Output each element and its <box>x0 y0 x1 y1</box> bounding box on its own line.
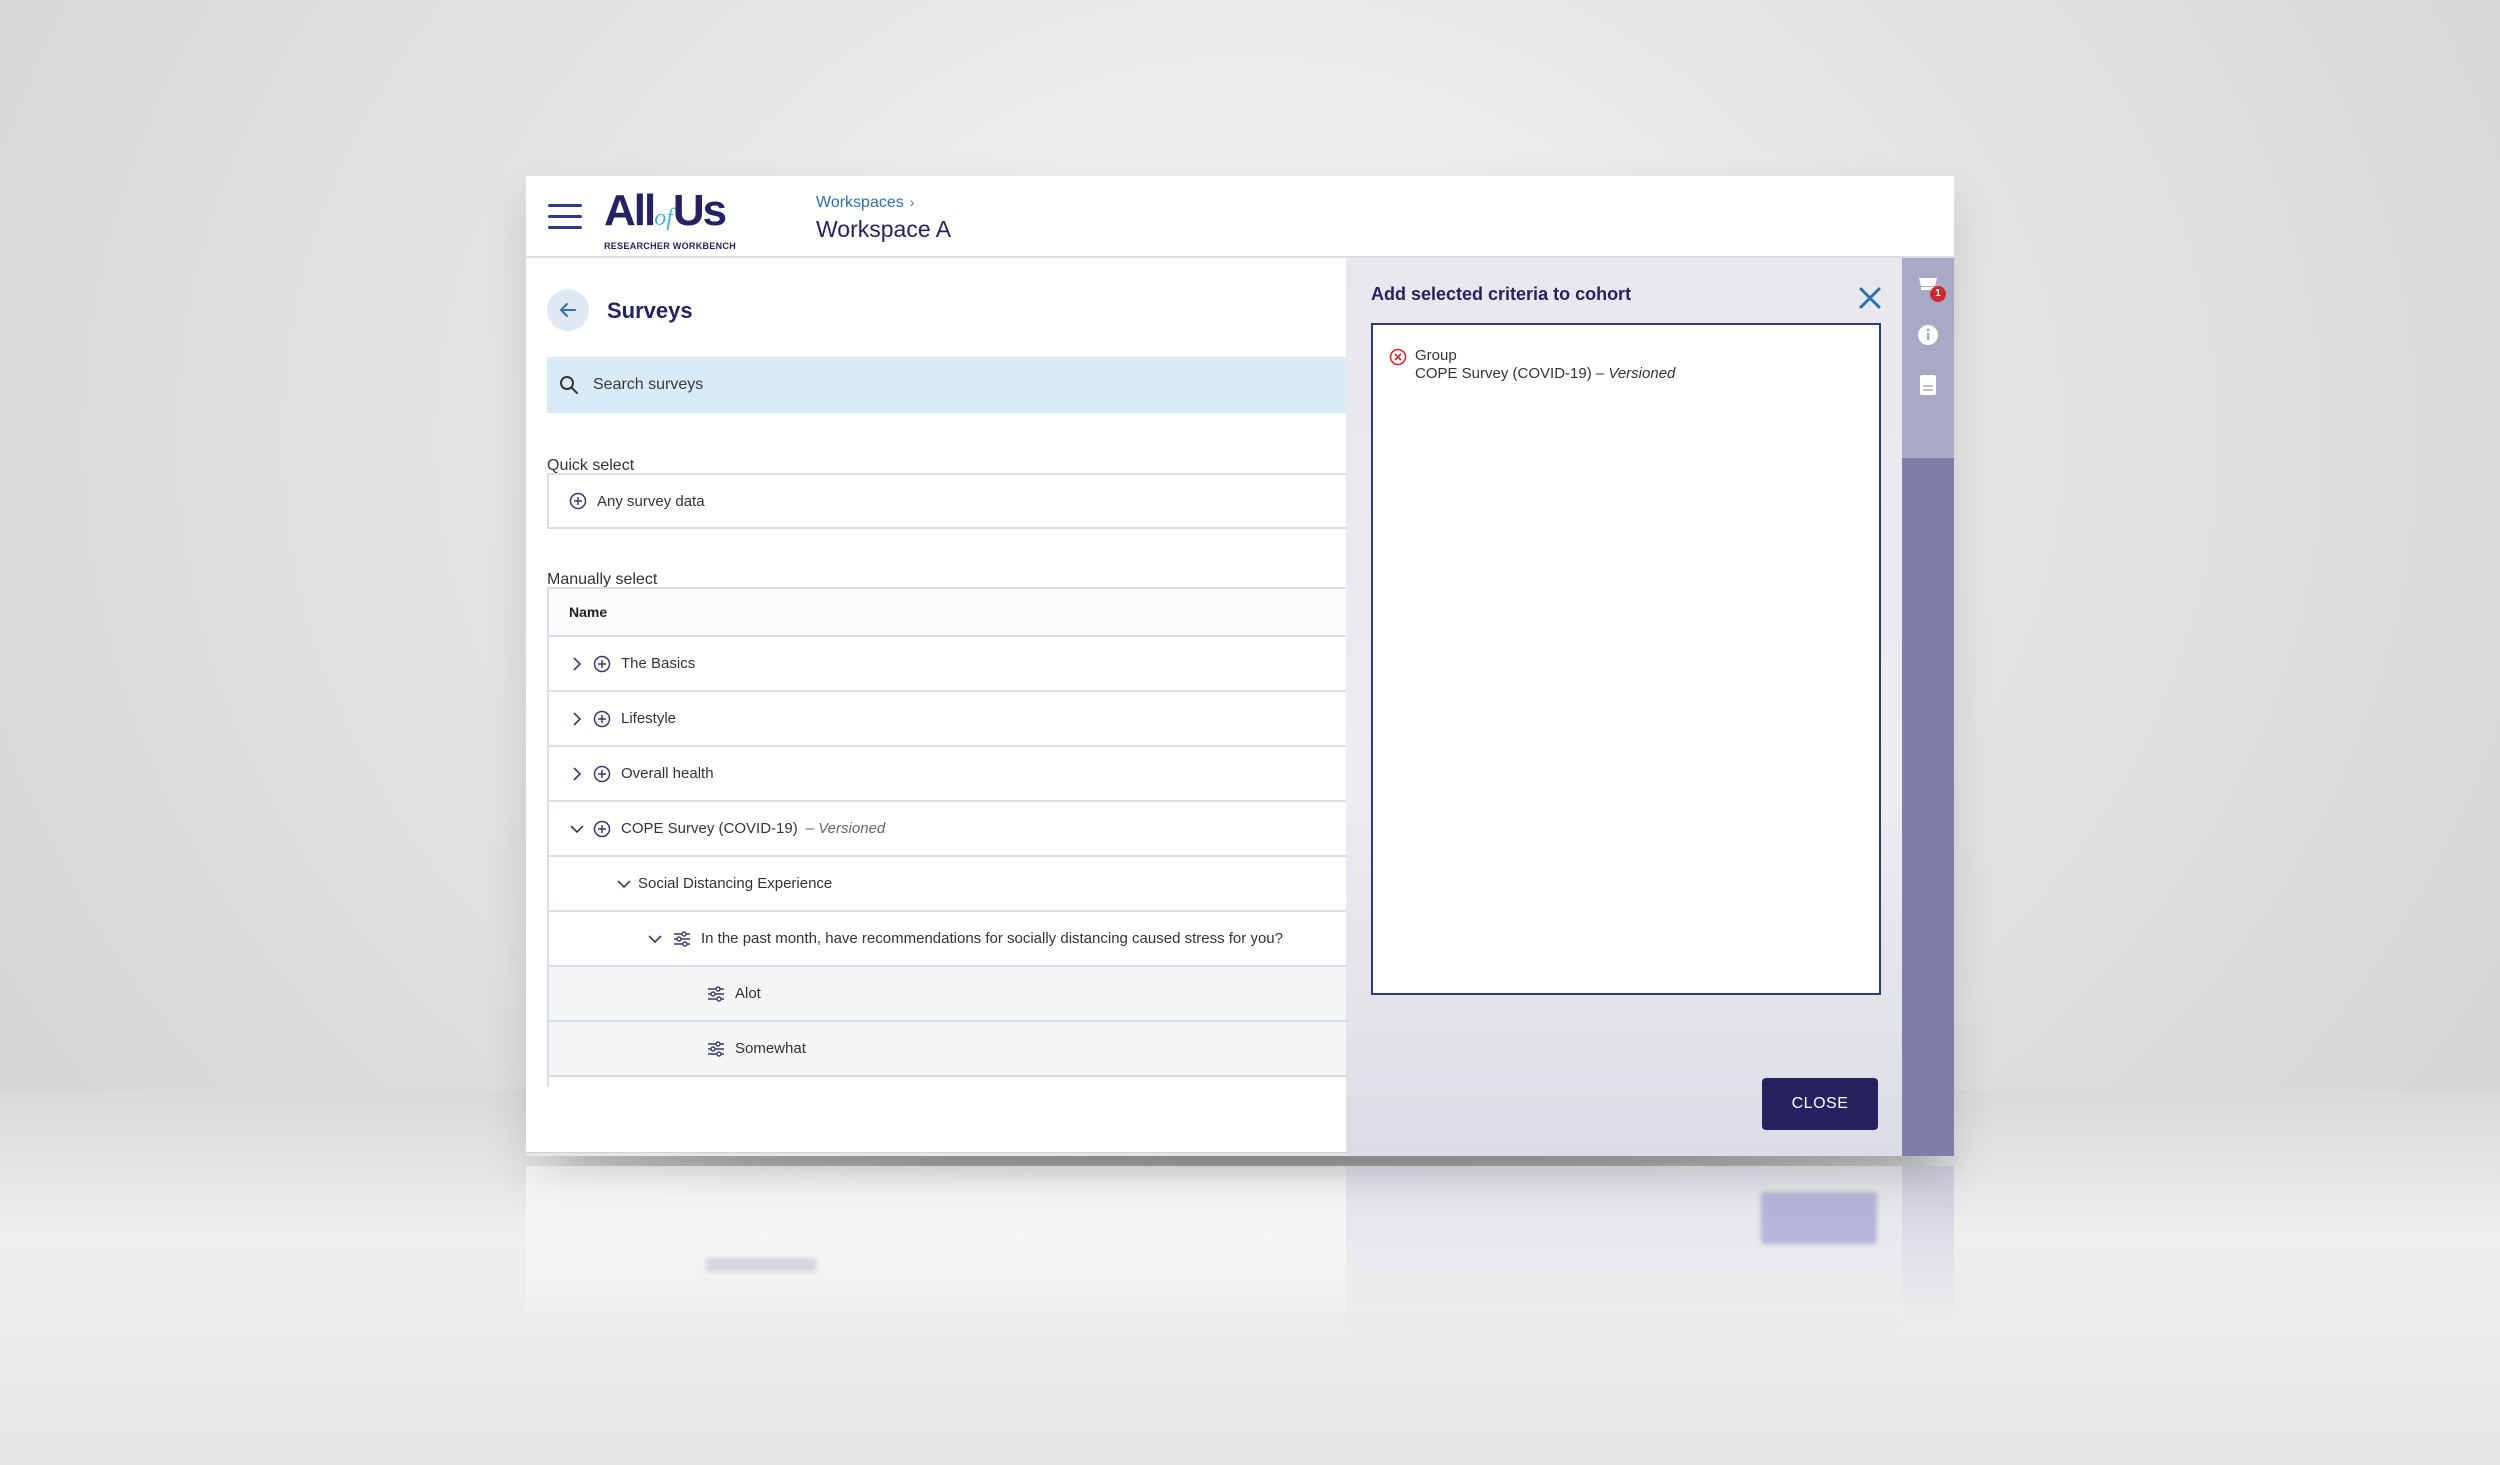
tree-row-the-basics[interactable]: The Basics <box>549 637 1367 692</box>
reflection-row <box>706 1258 816 1272</box>
app-window: AllofUs RESEARCHER WORKBENCH Workspaces ›… <box>526 176 1954 1156</box>
logo-subtitle: RESEARCHER WORKBENCH <box>604 241 737 251</box>
add-circle-icon[interactable] <box>593 710 611 728</box>
tree-row-label: Somewhat <box>735 1040 806 1057</box>
notification-badge: 1 <box>1930 286 1946 302</box>
reflection-close-button <box>1761 1192 1877 1244</box>
add-circle-icon[interactable] <box>593 820 611 838</box>
criteria-text: Group COPE Survey (COVID-19) – Versioned <box>1415 347 1675 383</box>
add-circle-icon[interactable] <box>569 492 587 510</box>
notes-icon[interactable] <box>1915 372 1941 398</box>
footer-area <box>526 1152 1346 1156</box>
search-bar <box>547 357 1367 413</box>
chevron-down-icon[interactable] <box>569 821 585 837</box>
tree-row-lifestyle[interactable]: Lifestyle <box>549 692 1367 747</box>
tree-row-social-distancing[interactable]: Social Distancing Experience <box>549 857 1367 912</box>
page-title: Surveys <box>607 298 693 323</box>
add-circle-icon[interactable] <box>593 655 611 673</box>
criteria-group-label: Group <box>1415 347 1457 364</box>
criteria-item: Group COPE Survey (COVID-19) – Versioned <box>1389 347 1675 383</box>
tree-row-overall-health[interactable]: Overall health <box>549 747 1367 802</box>
breadcrumb-workspaces-link[interactable]: Workspaces <box>816 194 904 211</box>
sliders-icon[interactable] <box>673 930 691 947</box>
survey-selector: Surveys Quick select Any survey data Man… <box>526 258 1367 1156</box>
selected-criteria-list: Group COPE Survey (COVID-19) – Versioned <box>1371 323 1881 995</box>
survey-tree-table: Name The Basics Lifestyle Overall health <box>547 587 1367 1087</box>
right-icon-rail: 1 <box>1902 258 1954 1156</box>
criteria-drawer: Add selected criteria to cohort Group CO… <box>1346 258 1902 1156</box>
add-circle-icon[interactable] <box>593 765 611 783</box>
logo-wordmark: AllofUs <box>604 186 727 235</box>
tree-row-label: Lifestyle <box>621 710 677 727</box>
criteria-name: COPE Survey (COVID-19) – Versioned <box>1415 365 1676 382</box>
chevron-down-icon[interactable] <box>647 931 663 947</box>
search-icon <box>560 376 578 394</box>
search-input[interactable] <box>593 376 1193 394</box>
hamburger-menu-icon[interactable] <box>548 204 582 230</box>
name-column-header: Name <box>569 604 608 620</box>
workspace-title: Workspace A <box>816 216 952 242</box>
table-header-row: Name <box>549 587 1367 637</box>
chevron-right-icon[interactable] <box>569 766 585 782</box>
sliders-icon[interactable] <box>707 985 725 1002</box>
chevron-right-icon[interactable] <box>569 711 585 727</box>
tree-row-label: The Basics <box>621 655 696 672</box>
chevron-down-icon[interactable] <box>616 876 632 892</box>
drawer-title: Add selected criteria to cohort <box>1371 284 1632 304</box>
any-survey-data-option[interactable]: Any survey data <box>547 473 1367 529</box>
any-survey-data-label: Any survey data <box>597 492 705 510</box>
chevron-right-icon[interactable] <box>569 656 585 672</box>
reflection-rail <box>1902 1166 1954 1326</box>
breadcrumb: Workspaces › Workspace A <box>816 194 951 243</box>
remove-circle-icon[interactable] <box>1389 348 1407 366</box>
breadcrumb-separator: › <box>909 194 915 210</box>
arrow-left-icon <box>560 303 576 317</box>
sliders-icon[interactable] <box>707 1040 725 1057</box>
tree-row-label: Alot <box>735 985 761 1002</box>
tree-row-label: Social Distancing Experience <box>638 875 833 892</box>
tree-row-label: COPE Survey (COVID-19) <box>621 820 798 837</box>
cart-icon[interactable]: 1 <box>1915 272 1946 302</box>
tree-row-answer-somewhat[interactable]: Somewhat <box>549 1022 1367 1077</box>
versioned-tag: – Versioned <box>805 820 886 837</box>
tree-row-question[interactable]: In the past month, have recommendations … <box>549 912 1367 967</box>
top-bar: AllofUs RESEARCHER WORKBENCH Workspaces ›… <box>526 176 1954 258</box>
close-button[interactable]: CLOSE <box>1762 1078 1878 1130</box>
tree-row-label: In the past month, have recommendations … <box>701 930 1283 947</box>
info-icon[interactable] <box>1915 322 1941 348</box>
tree-row-answer-alot[interactable]: Alot <box>549 967 1367 1022</box>
tree-row-label: Overall health <box>621 765 714 782</box>
all-of-us-logo[interactable]: AllofUs RESEARCHER WORKBENCH <box>604 186 764 252</box>
back-button[interactable] <box>547 289 589 331</box>
close-icon[interactable] <box>1856 284 1884 312</box>
window-reflection <box>526 1166 1954 1346</box>
tree-row-cope-survey[interactable]: COPE Survey (COVID-19) – Versioned <box>549 802 1367 857</box>
